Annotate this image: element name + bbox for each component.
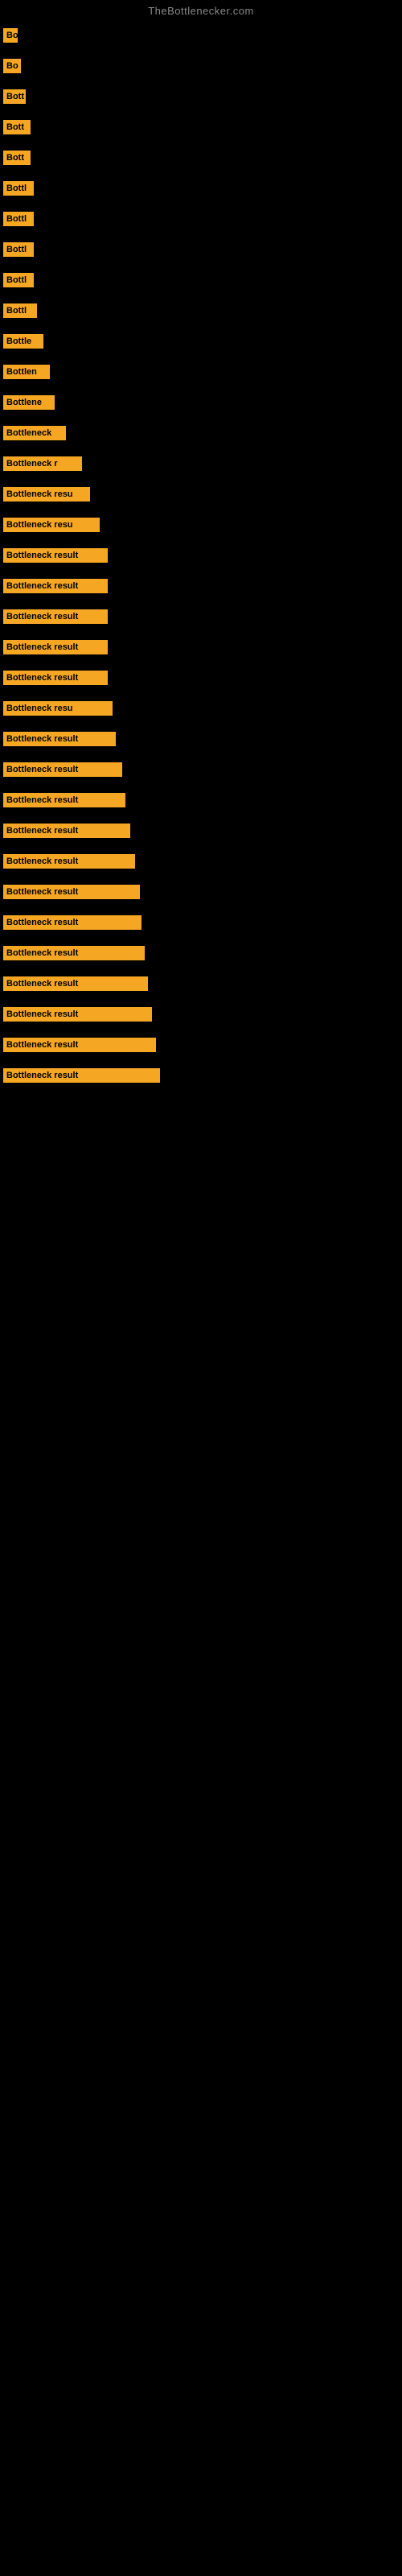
list-item: Bottl (0, 265, 402, 295)
bottleneck-label: Bottleneck result (3, 1038, 156, 1052)
list-item: Bottl (0, 234, 402, 265)
list-item: Bottleneck resu (0, 479, 402, 510)
bottleneck-label: Bottl (3, 303, 37, 318)
list-item: Bottl (0, 204, 402, 234)
bottleneck-label: Bottleneck resu (3, 701, 113, 716)
list-item: Bottleneck result (0, 999, 402, 1030)
list-item: Bottleneck result (0, 815, 402, 846)
list-item: Bottl (0, 173, 402, 204)
bottleneck-label: Bottleneck result (3, 1007, 152, 1022)
list-item: Bottleneck r (0, 448, 402, 479)
list-item: Bottleneck result (0, 1060, 402, 1091)
bottleneck-label: Bottleneck result (3, 854, 135, 869)
list-item: Bottleneck result (0, 846, 402, 877)
list-item: Bott (0, 142, 402, 173)
bottleneck-label: Bottleneck result (3, 946, 145, 960)
bottleneck-label: Bo (3, 28, 18, 43)
list-item: Bottleneck result (0, 540, 402, 571)
list-item: Bottleneck result (0, 877, 402, 907)
list-item: Bottleneck result (0, 785, 402, 815)
list-item: Bottleneck result (0, 724, 402, 754)
list-item: Bottlene (0, 387, 402, 418)
bottleneck-label: Bott (3, 151, 31, 165)
list-item: Bottleneck result (0, 663, 402, 693)
bottleneck-label: Bottlene (3, 395, 55, 410)
list-item: Bo (0, 20, 402, 51)
list-item: Bottleneck (0, 418, 402, 448)
bottleneck-label: Bottlen (3, 365, 50, 379)
list-item: Bottlen (0, 357, 402, 387)
items-list: Bo Bo Bott Bott Bott Bottl Bottl Bottl Bottl Bott… (0, 20, 402, 1091)
list-item: Bottle (0, 326, 402, 357)
list-item: Bottleneck result (0, 968, 402, 999)
list-item: Bottleneck result (0, 1030, 402, 1060)
list-item: Bottleneck resu (0, 693, 402, 724)
bottleneck-label: Bottleneck resu (3, 487, 90, 502)
bottleneck-label: Bottleneck result (3, 640, 108, 654)
list-item: Bo (0, 51, 402, 81)
bottleneck-label: Bottle (3, 334, 43, 349)
bottleneck-label: Bott (3, 120, 31, 134)
list-item: Bottleneck result (0, 754, 402, 785)
bottleneck-label: Bottleneck (3, 426, 66, 440)
bottleneck-label: Bottleneck result (3, 793, 125, 807)
list-item: Bottl (0, 295, 402, 326)
bottleneck-label: Bottleneck result (3, 915, 142, 930)
bottleneck-label: Bottl (3, 242, 34, 257)
bottleneck-label: Bottleneck result (3, 1068, 160, 1083)
list-item: Bottleneck result (0, 907, 402, 938)
bottleneck-label: Bottleneck result (3, 579, 108, 593)
site-title: TheBottlenecker.com (0, 0, 402, 20)
list-item: Bottleneck result (0, 938, 402, 968)
bottleneck-label: Bottleneck result (3, 548, 108, 563)
bottleneck-label: Bottleneck result (3, 732, 116, 746)
bottleneck-label: Bottl (3, 212, 34, 226)
bottleneck-label: Bott (3, 89, 26, 104)
bottleneck-label: Bottl (3, 273, 34, 287)
list-item: Bott (0, 81, 402, 112)
bottleneck-label: Bo (3, 59, 21, 73)
bottleneck-label: Bottleneck result (3, 976, 148, 991)
bottleneck-label: Bottleneck r (3, 456, 82, 471)
bottleneck-label: Bottleneck result (3, 824, 130, 838)
bottleneck-label: Bottleneck result (3, 671, 108, 685)
list-item: Bottleneck resu (0, 510, 402, 540)
bottleneck-label: Bottleneck result (3, 762, 122, 777)
list-item: Bottleneck result (0, 632, 402, 663)
list-item: Bottleneck result (0, 571, 402, 601)
list-item: Bott (0, 112, 402, 142)
bottleneck-label: Bottleneck result (3, 609, 108, 624)
bottleneck-label: Bottleneck result (3, 885, 140, 899)
bottleneck-label: Bottl (3, 181, 34, 196)
list-item: Bottleneck result (0, 601, 402, 632)
bottleneck-label: Bottleneck resu (3, 518, 100, 532)
